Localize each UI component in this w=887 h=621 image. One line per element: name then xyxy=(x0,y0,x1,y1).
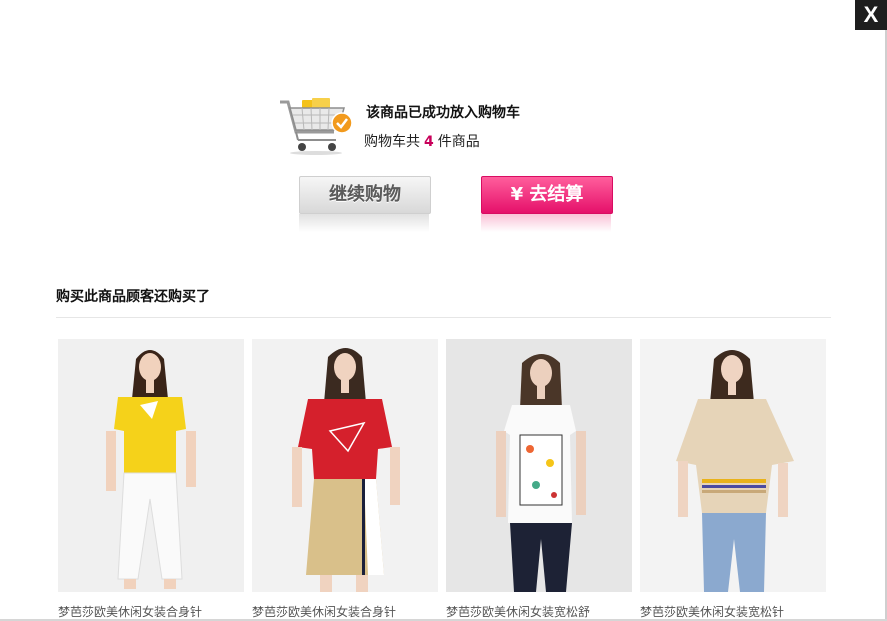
cart-count-number: 4 xyxy=(424,134,434,150)
shopping-cart-icon xyxy=(280,98,353,155)
product-card[interactable]: 梦芭莎欧美休闲女装合身针 xyxy=(58,339,244,620)
divider xyxy=(56,317,831,318)
close-button[interactable]: X xyxy=(855,0,887,30)
product-card[interactable]: 梦芭莎欧美休闲女装合身针 xyxy=(252,339,438,620)
cart-count-prefix: 购物车共 xyxy=(364,134,420,150)
continue-shopping-button[interactable]: 继续购物 xyxy=(299,176,431,214)
continue-button-reflection xyxy=(299,214,429,232)
product-image[interactable] xyxy=(252,339,438,592)
checkout-button[interactable]: ¥ 去结算 xyxy=(481,176,613,214)
product-image[interactable] xyxy=(58,339,244,592)
product-name[interactable]: 梦芭莎欧美休闲女装合身针 xyxy=(58,603,244,620)
cart-count-suffix: 件商品 xyxy=(437,134,480,150)
cart-count-text: 购物车共 4 件商品 xyxy=(364,131,480,151)
success-message: 该商品已成功放入购物车 xyxy=(366,105,520,121)
product-name[interactable]: 梦芭莎欧美休闲女装合身针 xyxy=(252,603,438,620)
recommend-title: 购买此商品顾客还购买了 xyxy=(56,289,210,305)
product-card[interactable]: 梦芭莎欧美休闲女装宽松舒 xyxy=(446,339,632,620)
product-name[interactable]: 梦芭莎欧美休闲女装宽松舒 xyxy=(446,603,632,620)
product-card[interactable]: 梦芭莎欧美休闲女装宽松针 xyxy=(640,339,826,620)
product-image[interactable] xyxy=(446,339,632,592)
product-name[interactable]: 梦芭莎欧美休闲女装宽松针 xyxy=(640,603,826,620)
checkout-button-reflection xyxy=(481,214,611,232)
product-image[interactable] xyxy=(640,339,826,592)
